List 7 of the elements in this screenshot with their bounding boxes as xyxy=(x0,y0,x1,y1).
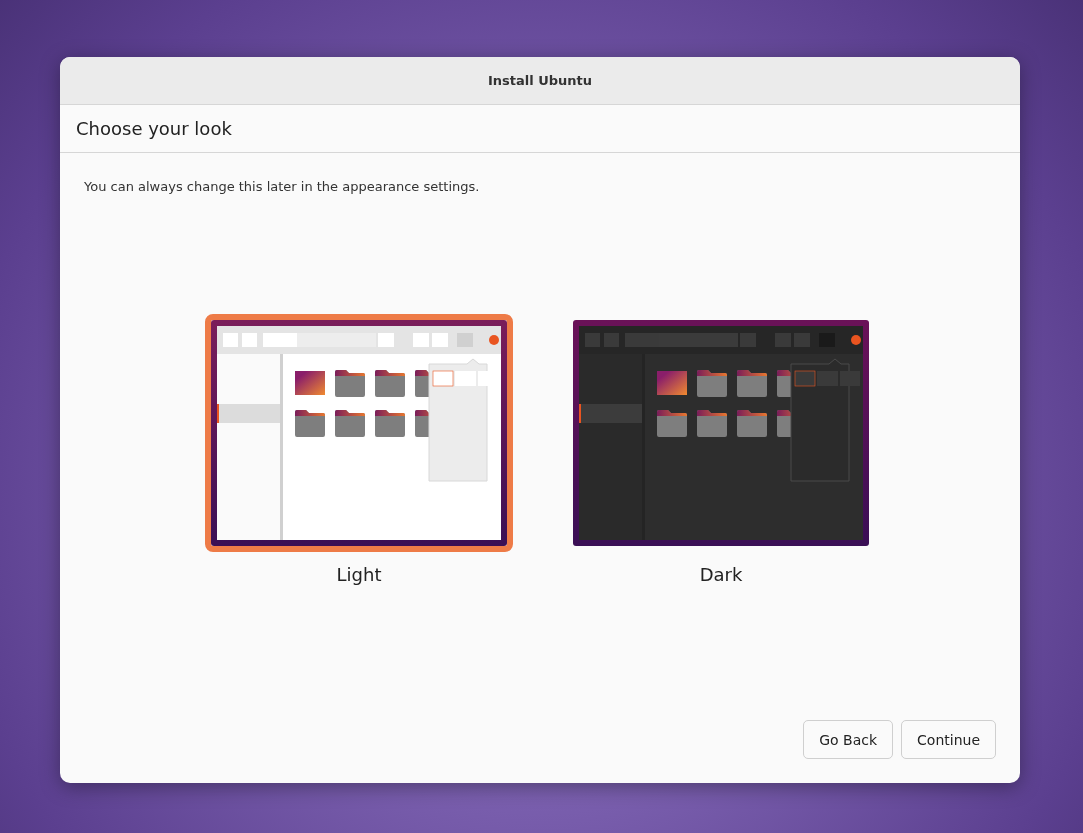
back-button[interactable]: Go Back xyxy=(803,720,894,759)
window-title: Install Ubuntu xyxy=(60,57,1020,105)
page-heading: Choose your look xyxy=(60,105,1020,153)
continue-button[interactable]: Continue xyxy=(901,720,996,759)
description-text: You can always change this later in the appearance settings. xyxy=(84,179,480,194)
theme-label: Light xyxy=(336,564,382,585)
theme-label: Dark xyxy=(699,564,743,585)
